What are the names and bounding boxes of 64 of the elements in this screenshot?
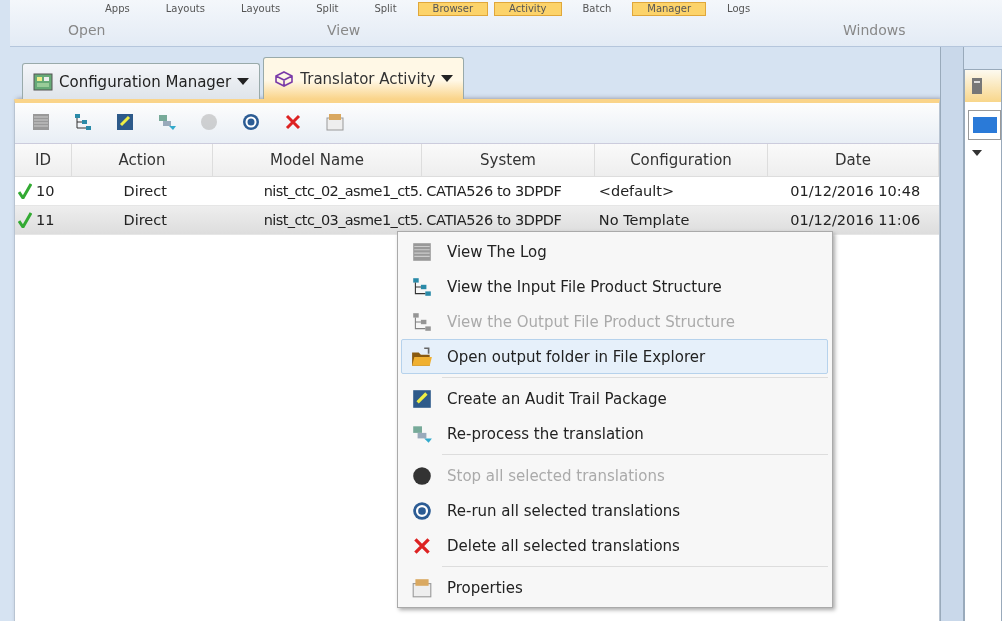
ribbon-button[interactable]: Manager <box>632 2 707 16</box>
column-header[interactable]: Date <box>768 144 939 176</box>
menu-item[interactable]: Delete all selected translations <box>401 528 828 563</box>
cube-icon <box>274 69 295 88</box>
table-cell: 11 <box>36 212 55 228</box>
ribbon-button[interactable]: Apps <box>90 2 145 16</box>
column-header[interactable]: System <box>422 144 595 176</box>
ribbon-button[interactable]: Layouts <box>150 2 220 16</box>
menu-item[interactable]: View The Log <box>401 234 828 269</box>
caret-icon <box>441 74 454 83</box>
table-cell-text: nist_ctc_03_asme1_ct5. <box>262 212 424 228</box>
menu-item[interactable]: Open output folder in File Explorer <box>401 339 828 374</box>
preview-thumbnail <box>968 110 1001 140</box>
ribbon-group-label: Windows <box>843 22 906 38</box>
log-icon <box>31 111 51 132</box>
refresh-icon <box>241 111 261 132</box>
table-cell-text: 01/12/2016 10:48 <box>789 183 922 199</box>
column-header[interactable]: Action <box>72 144 213 176</box>
menu-item[interactable]: Create an Audit Trail Package <box>401 381 828 416</box>
table-row[interactable]: 11 Direct nist_ctc_03_asme1_ct5. CATIA526 to 3DPDF No Template 01/12/2016 11:06 <box>15 206 939 235</box>
ribbon-group-label: Open <box>68 22 106 38</box>
caret-icon <box>972 150 982 156</box>
table-cell-text: CATIA526 to 3DPDF <box>425 183 563 199</box>
menu-item[interactable]: Re-process the translation <box>401 416 828 451</box>
tree-icon <box>73 111 93 132</box>
ribbon-button[interactable]: Layouts <box>225 2 296 16</box>
ribbon-button[interactable]: Batch <box>567 2 627 16</box>
ribbon-button[interactable]: Browser <box>417 2 489 16</box>
menu-item[interactable]: Re-run all selected translations <box>401 493 828 528</box>
stop-icon <box>411 464 433 487</box>
table-cell-text: No Template <box>597 212 691 228</box>
column-header[interactable]: Configuration <box>595 144 768 176</box>
table-cell-text: Direct <box>122 212 168 228</box>
server-icon <box>971 77 983 95</box>
table-cell-text: 01/12/2016 11:06 <box>789 212 922 228</box>
tree-icon <box>411 275 433 298</box>
grid-icon <box>33 72 53 91</box>
tab[interactable] <box>965 70 1001 102</box>
table-cell-text: Direct <box>122 183 168 199</box>
table-cell-text: <default> <box>597 183 676 199</box>
table-cell-text: CATIA526 to 3DPDF <box>425 212 563 228</box>
properties-icon <box>411 576 433 599</box>
stop-icon <box>199 111 219 132</box>
ribbon-group-label: View <box>327 22 361 38</box>
ribbon-button[interactable]: Logs <box>712 2 766 16</box>
caret-icon <box>237 77 250 86</box>
column-header[interactable]: Model Name <box>213 144 422 176</box>
ribbon-button[interactable]: Activity <box>494 2 562 16</box>
ribbon-button[interactable]: Split <box>359 2 412 16</box>
menu-item[interactable]: Properties <box>401 570 828 605</box>
refresh-icon <box>411 499 433 522</box>
table-cell-text: nist_ctc_02_asme1_ct5. <box>262 183 424 199</box>
log-icon <box>411 240 433 263</box>
menu-item[interactable]: View the Input File Product Structure <box>401 269 828 304</box>
folder-icon <box>411 345 433 368</box>
package-icon <box>411 387 433 410</box>
tab[interactable]: Translator Activity <box>263 57 465 99</box>
properties-icon <box>325 111 345 132</box>
table-cell: 10 <box>36 183 55 199</box>
package-icon <box>115 111 135 132</box>
tree-icon <box>411 310 433 333</box>
column-header[interactable]: ID <box>15 144 72 176</box>
ribbon-button[interactable]: Split <box>301 2 354 16</box>
tab[interactable]: Configuration Manager <box>22 63 261 99</box>
